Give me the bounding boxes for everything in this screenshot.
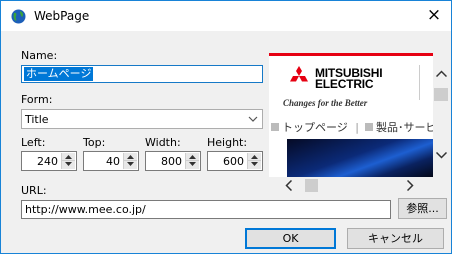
globe-icon [11, 9, 26, 24]
left-spin-up-button[interactable] [62, 153, 75, 161]
left-value: 240 [37, 155, 58, 168]
width-value: 800 [161, 155, 182, 168]
horizontal-scroll-thumb[interactable] [305, 179, 318, 192]
webpage-dialog: WebPage × Name: ホームページ Form: Title Left:… [0, 0, 452, 254]
top-label: Top: [83, 136, 106, 149]
web-preview[interactable]: MITSUBISHI ELECTRIC Changes for the Bett… [269, 53, 433, 177]
chevron-down-icon [248, 113, 258, 125]
height-spin-up-button[interactable] [248, 153, 261, 161]
three-diamonds-logo-icon [287, 66, 311, 91]
window-title: WebPage [34, 9, 90, 23]
preview-vertical-scrollbar[interactable] [433, 53, 450, 177]
url-label: URL: [21, 184, 47, 197]
name-value: ホームページ [24, 67, 94, 81]
nav-link-products[interactable]: 製品･サービ [376, 121, 433, 134]
url-value: http://www.mee.co.jp/ [25, 203, 146, 216]
nav-link-top[interactable]: トップページ [282, 121, 348, 134]
form-select-value: Title [25, 113, 49, 126]
preview-nav: トップページ | 製品･サービ [269, 119, 433, 135]
ok-button[interactable]: OK [245, 228, 336, 249]
width-spinner[interactable]: 800 [145, 151, 201, 171]
height-spin-down-button[interactable] [248, 161, 261, 169]
vertical-scroll-thumb[interactable] [434, 88, 448, 101]
name-input[interactable]: ホームページ [21, 65, 263, 83]
brand-tagline: Changes for the Better [283, 98, 368, 108]
scroll-up-icon[interactable] [435, 67, 448, 80]
url-input[interactable]: http://www.mee.co.jp/ [21, 200, 391, 219]
bullet-icon [365, 123, 373, 131]
top-spinner[interactable]: 40 [83, 151, 139, 171]
top-spin-up-button[interactable] [124, 153, 137, 161]
browse-button[interactable]: 参照... [398, 198, 447, 219]
left-spinner[interactable]: 240 [21, 151, 77, 171]
scroll-down-icon[interactable] [435, 149, 448, 162]
height-value: 600 [223, 155, 244, 168]
scroll-left-icon[interactable] [285, 179, 293, 194]
preview-horizontal-scrollbar[interactable] [269, 177, 433, 194]
left-label: Left: [21, 136, 46, 149]
brand-name: MITSUBISHI ELECTRIC [315, 66, 383, 91]
scroll-right-icon[interactable] [406, 179, 414, 194]
height-label: Height: [207, 136, 248, 149]
bullet-icon [271, 123, 279, 131]
width-spin-down-button[interactable] [186, 161, 199, 169]
left-spin-down-button[interactable] [62, 161, 75, 169]
title-bar[interactable]: WebPage × [1, 1, 451, 31]
brand-bar [269, 53, 433, 56]
close-button[interactable]: × [417, 1, 451, 31]
top-spin-down-button[interactable] [124, 161, 137, 169]
height-spinner[interactable]: 600 [207, 151, 263, 171]
name-label: Name: [21, 49, 58, 62]
width-label: Width: [145, 136, 181, 149]
width-spin-up-button[interactable] [186, 153, 199, 161]
cancel-button[interactable]: キャンセル [347, 228, 444, 249]
top-value: 40 [106, 155, 120, 168]
form-select[interactable]: Title [21, 109, 263, 129]
hero-image [287, 139, 433, 177]
form-label: Form: [21, 93, 53, 106]
